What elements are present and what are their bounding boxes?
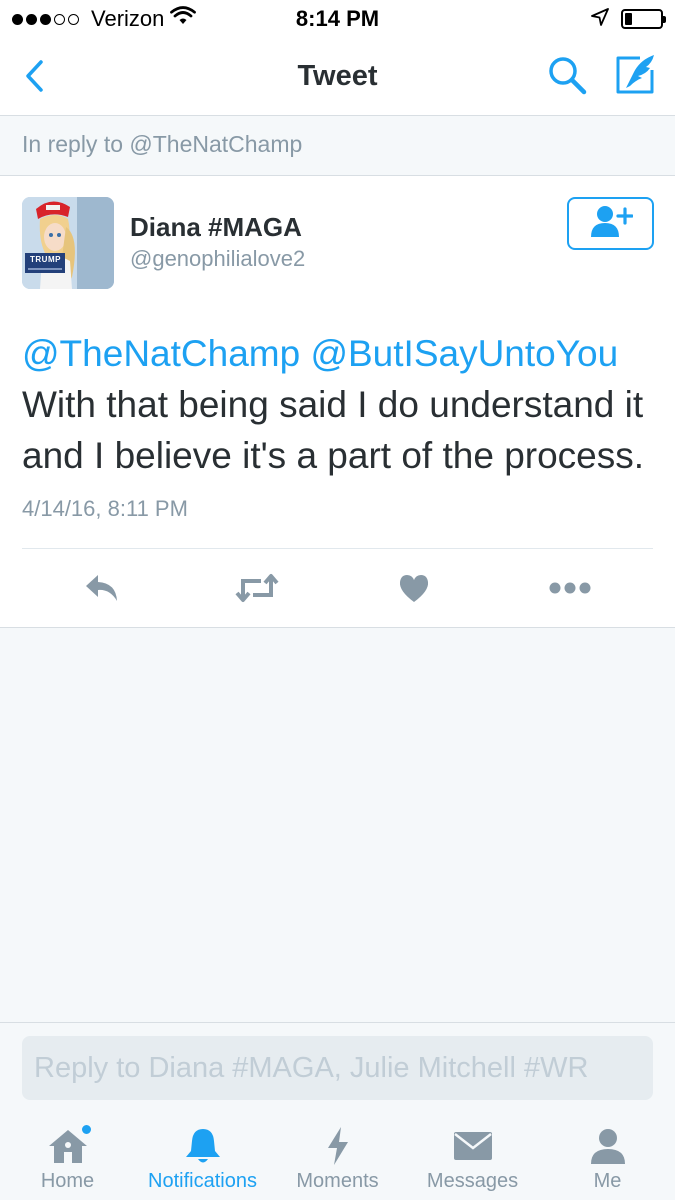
like-icon[interactable] — [389, 566, 439, 610]
tab-label-notifications: Notifications — [148, 1170, 257, 1192]
notification-dot — [80, 1124, 92, 1135]
reply-icon[interactable] — [77, 566, 127, 610]
reply-context[interactable]: In reply to @TheNatChamp — [0, 116, 675, 176]
retweet-icon[interactable] — [232, 566, 282, 610]
avatar-badge-text: TRUMP — [30, 255, 61, 264]
tab-bar: Home Notifications Moments Messages Me — [0, 1114, 675, 1200]
tab-home[interactable]: Home — [0, 1114, 135, 1200]
nav-bar: Tweet — [0, 38, 675, 116]
status-bar: Verizon 8:14 PM — [0, 0, 675, 38]
compose-icon[interactable] — [612, 52, 658, 98]
status-right — [403, 6, 666, 32]
more-icon[interactable] — [545, 566, 595, 610]
tab-messages[interactable]: Messages — [405, 1114, 540, 1200]
reply-input[interactable] — [22, 1036, 653, 1100]
tab-label-home: Home — [40, 1170, 95, 1192]
add-user-icon — [589, 204, 634, 243]
tab-label-me: Me — [593, 1170, 622, 1192]
display-name[interactable]: Diana #MAGA — [130, 212, 302, 243]
tweet-mentions[interactable]: @TheNatChamp @ButISayUntoYou — [22, 333, 618, 374]
avatar[interactable]: TRUMP — [22, 197, 114, 289]
chevron-left-icon[interactable] — [14, 56, 54, 96]
tweet-body: With that being said I do understand it … — [22, 384, 645, 476]
location-arrow-icon — [591, 6, 609, 32]
tweet-card: TRUMP Diana #MAGA @genophilialove2 @TheN… — [0, 176, 675, 628]
lightning-icon — [316, 1126, 360, 1166]
divider — [22, 548, 653, 549]
tab-moments[interactable]: Moments — [270, 1114, 405, 1200]
follow-button[interactable] — [567, 197, 654, 250]
tweet-text: @TheNatChamp @ButISayUntoYou With that b… — [22, 328, 652, 481]
status-left: Verizon — [12, 6, 272, 32]
tab-notifications[interactable]: Notifications — [135, 1114, 270, 1200]
tab-label-moments: Moments — [296, 1170, 379, 1192]
battery-level — [625, 13, 632, 25]
tweet-timestamp: 4/14/16, 8:11 PM — [22, 496, 188, 521]
person-icon — [586, 1126, 630, 1166]
home-icon — [46, 1124, 92, 1166]
tab-me[interactable]: Me — [540, 1114, 675, 1200]
status-time: 8:14 PM — [295, 6, 380, 31]
wifi-icon — [170, 6, 197, 32]
user-handle[interactable]: @genophilialove2 — [130, 246, 305, 272]
battery-icon — [621, 9, 666, 29]
reply-composer — [0, 1022, 675, 1114]
carrier-name: Verizon — [91, 6, 165, 31]
envelope-icon — [451, 1126, 495, 1166]
bell-icon — [181, 1126, 225, 1166]
search-icon[interactable] — [546, 54, 590, 98]
tab-label-messages: Messages — [426, 1170, 519, 1192]
signal-strength-icon — [12, 13, 79, 25]
